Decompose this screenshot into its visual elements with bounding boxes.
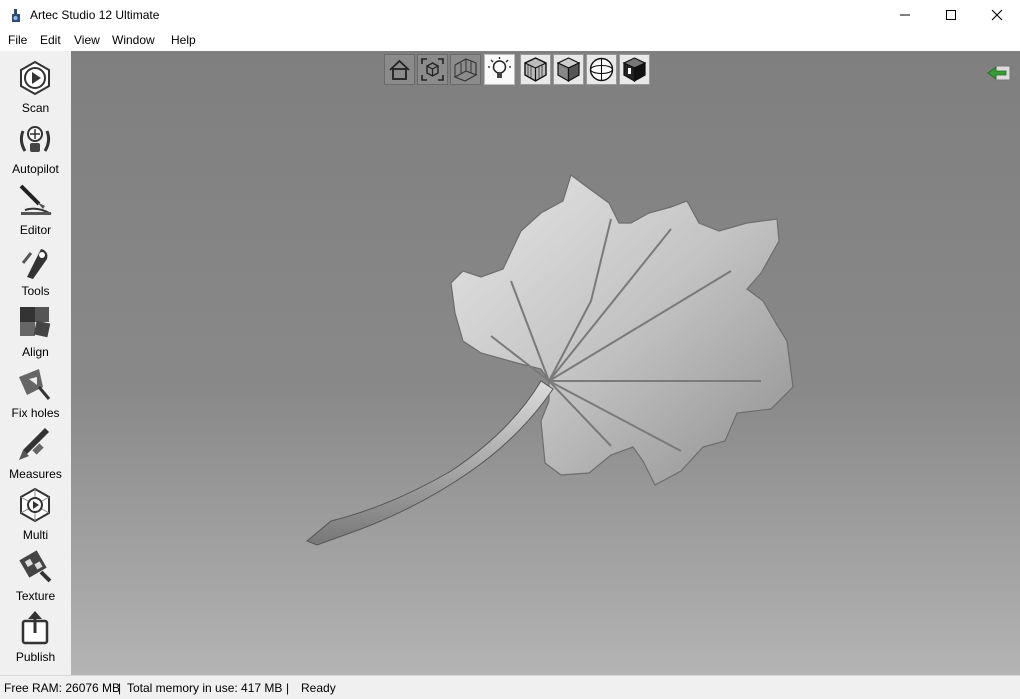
sidebar-item-autopilot[interactable]: Autopilot	[0, 117, 71, 178]
status-ready: Ready	[301, 681, 336, 695]
status-free-ram: Free RAM: 26076 MB	[4, 681, 121, 695]
scan-icon	[20, 60, 50, 96]
close-button[interactable]	[974, 0, 1020, 30]
maximize-button[interactable]	[928, 0, 974, 30]
fix-holes-icon	[19, 369, 51, 400]
menu-file[interactable]: File	[8, 33, 27, 47]
3d-viewport[interactable]	[71, 51, 1020, 675]
title-bar: Artec Studio 12 Ultimate	[0, 0, 1020, 30]
maximize-icon	[946, 10, 956, 20]
status-total-memory: Total memory in use: 417 MB	[127, 681, 283, 695]
minimize-button[interactable]	[882, 0, 928, 30]
multi-icon	[20, 487, 50, 523]
menu-bar: File Edit View Window Help	[0, 30, 1020, 51]
sidebar-label-autopilot: Autopilot	[12, 162, 59, 176]
window-title: Artec Studio 12 Ultimate	[30, 8, 160, 22]
sidebar-item-scan[interactable]: Scan	[0, 56, 71, 117]
menu-window[interactable]: Window	[112, 33, 155, 47]
status-separator: |	[286, 681, 290, 695]
editor-icon	[19, 184, 52, 215]
menu-view[interactable]: View	[74, 33, 100, 47]
tools-sidebar: Scan Autopilot Editor Tools Align Fix ho…	[0, 51, 71, 675]
texture-icon	[19, 550, 52, 583]
minimize-icon	[900, 14, 910, 16]
status-separator: |	[118, 681, 122, 695]
sidebar-label-tools: Tools	[21, 284, 50, 298]
menu-edit[interactable]: Edit	[40, 33, 61, 47]
sidebar-label-editor: Editor	[19, 223, 52, 237]
sidebar-label-fix-holes: Fix holes	[11, 406, 60, 420]
status-bar: Free RAM: 26076 MB | Total memory in use…	[0, 675, 1020, 699]
menu-help[interactable]: Help	[171, 33, 196, 47]
sidebar-label-texture: Texture	[15, 589, 56, 603]
leaf-3d-model[interactable]	[71, 51, 1020, 675]
tools-icon	[21, 249, 48, 279]
sidebar-item-publish[interactable]: Publish	[0, 605, 71, 666]
sidebar-label-publish: Publish	[15, 650, 56, 664]
sidebar-label-measures: Measures	[9, 467, 62, 481]
measures-icon	[19, 428, 49, 460]
sidebar-item-align[interactable]: Align	[0, 300, 71, 361]
sidebar-label-align: Align	[22, 345, 49, 359]
close-icon	[991, 9, 1003, 21]
sidebar-item-measures[interactable]: Measures	[0, 422, 71, 483]
sidebar-label-multi: Multi	[22, 528, 49, 542]
publish-icon	[21, 611, 49, 645]
sidebar-item-editor[interactable]: Editor	[0, 178, 71, 239]
sidebar-item-tools[interactable]: Tools	[0, 239, 71, 300]
sidebar-item-fix-holes[interactable]: Fix holes	[0, 361, 71, 422]
autopilot-icon	[19, 126, 51, 152]
artec-app-icon	[12, 9, 20, 22]
sidebar-item-multi[interactable]: Multi	[0, 483, 71, 544]
align-icon	[20, 307, 51, 338]
sidebar-label-scan: Scan	[21, 101, 50, 115]
sidebar-item-texture[interactable]: Texture	[0, 544, 71, 605]
